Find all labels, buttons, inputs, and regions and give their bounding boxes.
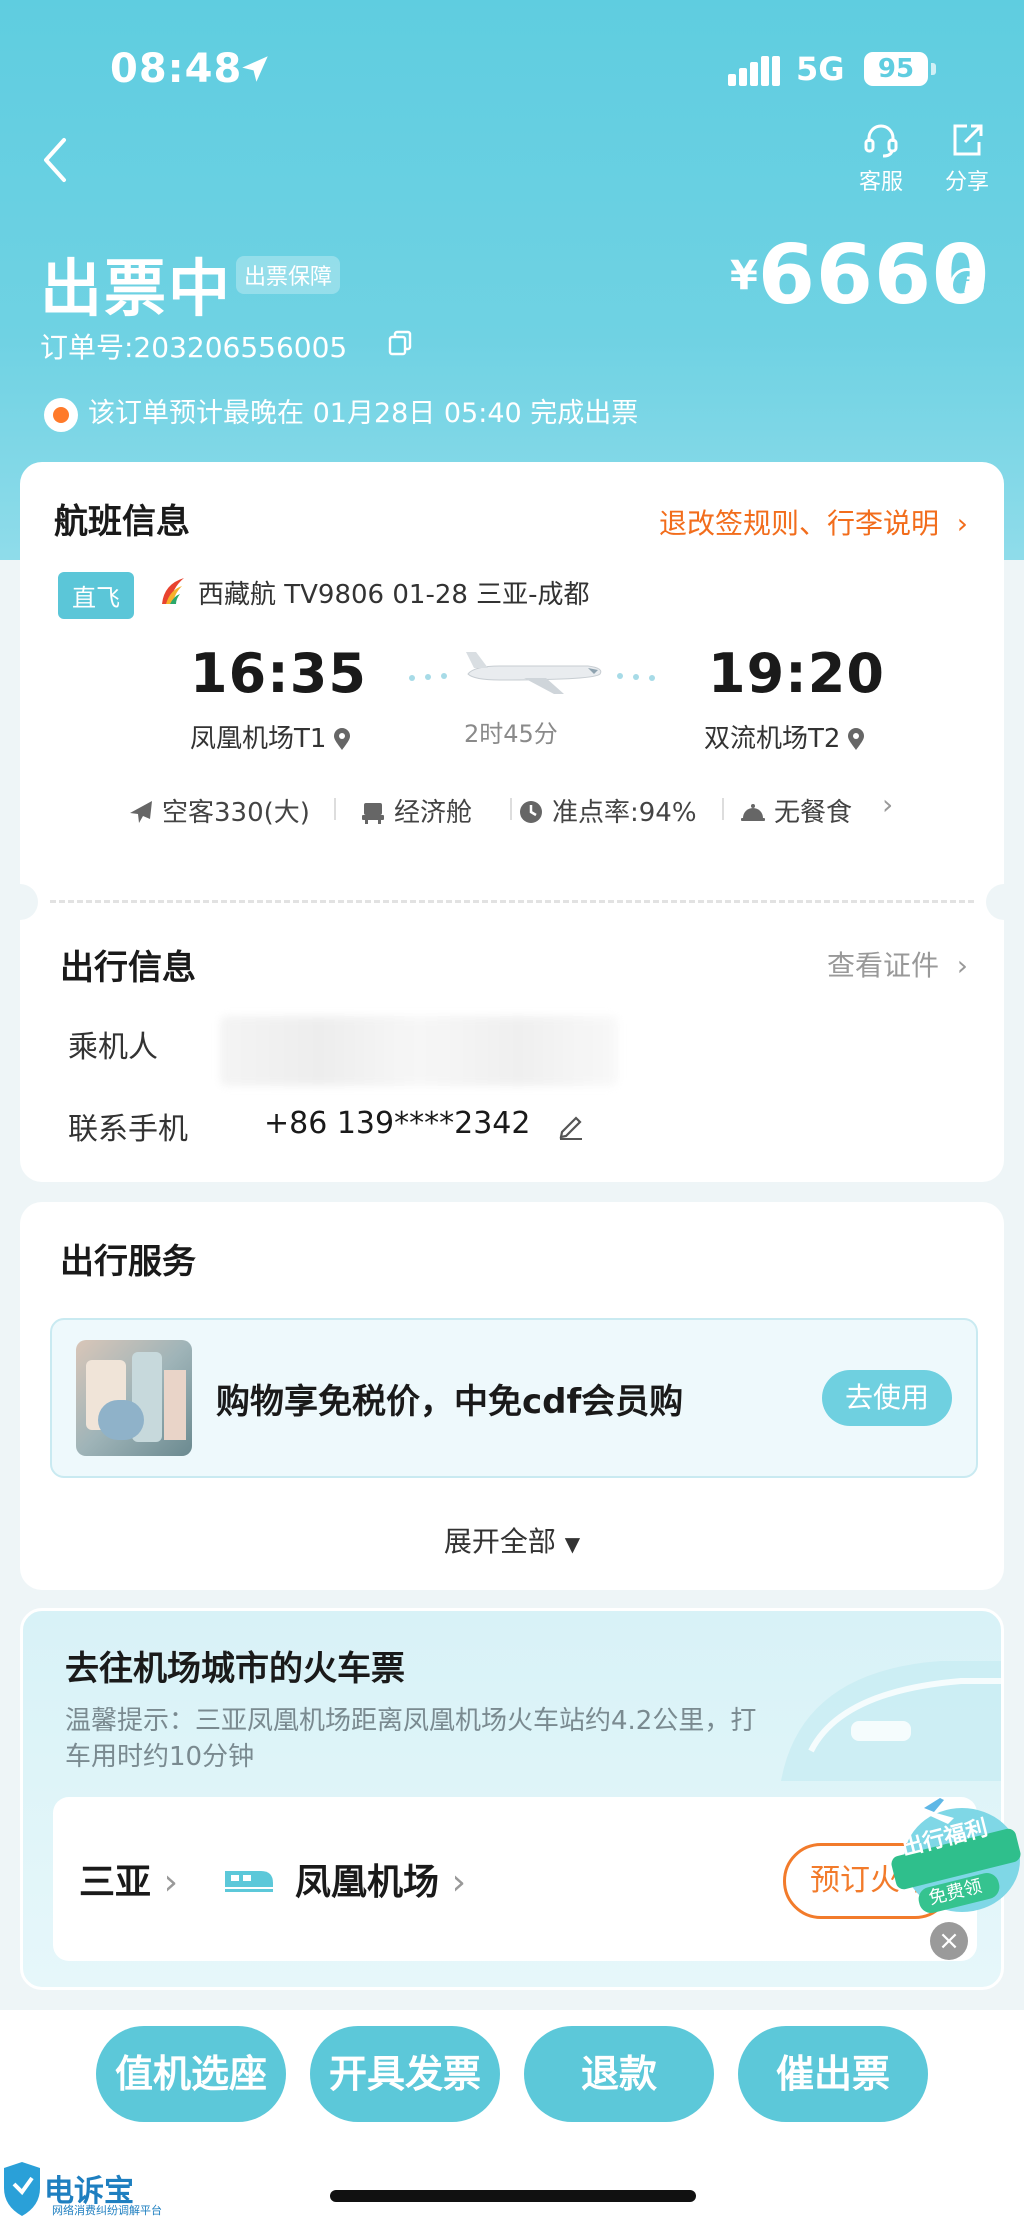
services-section-title: 出行服务 [60,1242,196,1282]
arrive-time: 19:20 [708,642,885,705]
punctuality-label: 准点率:94% [552,798,697,828]
network-type: 5G [796,50,845,88]
divider [334,798,336,820]
services-card: 出行服务 购物享免税价，中免cdf会员购 去使用 展开全部 ▼ [20,1202,1004,1590]
divider [722,798,724,820]
aircraft-type-label: 空客330(大) [162,798,310,828]
rules-link[interactable]: 退改签规则、行李说明 › [659,502,968,542]
promo-close-icon[interactable]: × [930,1922,968,1960]
passenger-name-redacted [220,1016,618,1086]
cabin-class-label: 经济舱 [394,798,473,828]
price-currency: ¥ [730,253,758,299]
headset-icon [864,124,898,158]
duty-free-service[interactable]: 购物享免税价，中免cdf会员购 去使用 [50,1318,978,1478]
price-info-icon[interactable]: i [950,268,984,302]
airline-logo-icon [162,578,184,604]
arrive-airport[interactable]: 双流机场T2 [704,718,866,755]
flight-number-route: 西藏航 TV9806 01-28 三亚-成都 [198,580,590,610]
depart-airport[interactable]: 凤凰机场T1 [190,718,352,755]
watermark-subtitle: 网络消费纠纷调解平台 [52,2204,162,2217]
seat-icon [362,803,384,824]
caret-down-icon: ▼ [564,1532,581,1556]
issue-invoice-button[interactable]: 开具发票 [310,2026,500,2122]
depart-time: 16:35 [190,642,367,705]
cabin-class: 经济舱 [360,792,472,829]
signal-icon [728,56,780,86]
clock-icon [520,801,542,823]
route-chevron-icon: › [451,1862,466,1903]
share-button[interactable]: 分享 [932,120,1002,196]
battery-tip [931,63,936,75]
route-from-label: 三亚 [79,1862,152,1903]
order-number: 订单号:203206556005 [40,331,348,364]
depart-airport-label: 凤凰机场T1 [190,724,327,754]
airplane-illustration [409,652,655,694]
view-id-label: 查看证件 [826,949,939,982]
back-chevron-icon[interactable] [36,132,76,188]
guarantee-badge[interactable]: 出票保障 [236,256,341,294]
train-route-row[interactable]: 三亚 › 凤凰机场 › 预订火车票 [53,1797,977,1961]
expand-all-toggle[interactable]: 展开全部 ▼ [20,1520,1004,1560]
view-id-link[interactable]: 查看证件 › [827,944,968,984]
battery-level: 95 [864,52,928,86]
train-tip: 温馨提示：三亚凤凰机场距离凤凰机场火车站约4.2公里，打车用时约10分钟 [65,1706,757,1772]
status-bar: 08:48 5G 95 [0,46,1024,96]
direct-flight-tag: 直飞 [58,572,134,619]
train-section-title: 去往机场城市的火车票 [65,1649,405,1689]
urge-ticketing-button[interactable]: 催出票 [738,2026,928,2122]
customer-service-button[interactable]: 客服 [846,120,916,196]
duty-free-image [76,1340,192,1456]
location-arrow-icon [242,56,268,82]
plane-icon [130,801,152,823]
ticket-notch-left [2,884,38,920]
flight-duration: 2时45分 [464,720,558,748]
divider [510,798,512,820]
copy-icon[interactable] [388,330,412,356]
flight-section-title: 航班信息 [54,502,190,542]
route-chevron-icon: › [163,1862,178,1903]
train-ticket-card: 去往机场城市的火车票 温馨提示：三亚凤凰机场距离凤凰机场火车站约4.2公里，打车… [20,1608,1004,1990]
amenities-chevron-icon[interactable]: › [882,788,893,821]
contact-phone: +86 139****2342 [264,1106,531,1141]
order-price: ¥6660 [730,228,990,323]
share-icon [953,124,983,156]
travel-section-title: 出行信息 [60,948,196,988]
route-to[interactable]: 凤凰机场 › [295,1853,466,1905]
status-time: 08:48 [110,46,243,92]
route-from[interactable]: 三亚 › [79,1853,178,1905]
meal-label: 无餐食 [774,798,853,828]
train-icon [225,1871,273,1892]
home-indicator[interactable] [330,2190,696,2202]
route-to-label: 凤凰机场 [295,1862,440,1903]
meal-info: 无餐食 [740,792,852,829]
punctuality-rate: 准点率:94% [518,792,697,829]
passenger-label: 乘机人 [68,1030,158,1065]
dashed-divider [50,900,974,903]
arrive-airport-label: 双流机场T2 [704,724,841,754]
checkin-seat-button[interactable]: 值机选座 [96,2026,286,2122]
share-label: 分享 [944,170,989,195]
aircraft-type: 空客330(大) [128,792,310,829]
expand-all-label: 展开全部 [443,1525,556,1558]
ticket-notch-right [986,884,1022,920]
refund-button[interactable]: 退款 [524,2026,714,2122]
edit-pencil-icon[interactable] [556,1110,586,1140]
ticketing-notice: 该订单预计最晚在 01月28日 05:40 完成出票 [88,398,639,429]
map-pin-icon [848,728,865,750]
map-pin-icon [334,728,351,750]
rules-link-label: 退改签规则、行李说明 [658,507,939,540]
page-title: 出票中 [40,252,233,325]
customer-service-label: 客服 [858,170,903,195]
meal-cloche-icon [741,804,765,821]
use-service-button[interactable]: 去使用 [822,1370,952,1426]
train-illustration [781,1661,1001,1781]
contact-label: 联系手机 [68,1112,188,1147]
duty-free-text: 购物享免税价，中免cdf会员购 [216,1382,684,1422]
